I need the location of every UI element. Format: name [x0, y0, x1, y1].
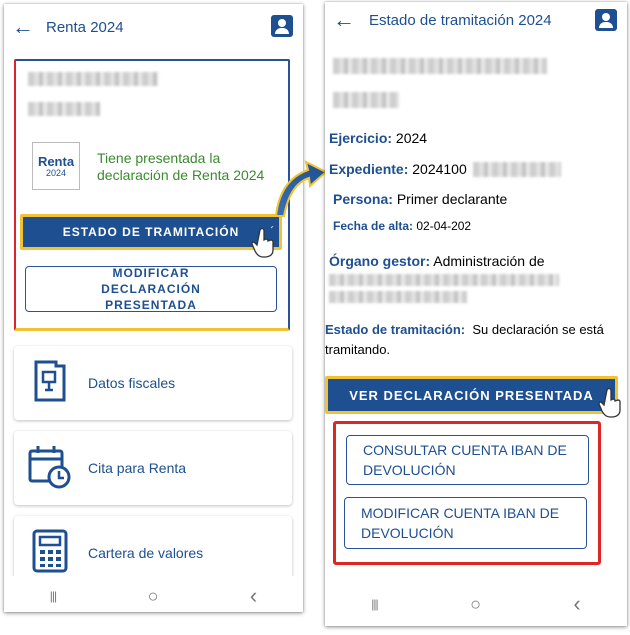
menu-item-label: Cita para Renta [88, 460, 187, 476]
screenshot-composite: ← Renta 2024 Renta 2024 Tiene presentada… [0, 0, 630, 635]
estado-tramitacion-screen: ← Estado de tramitación 2024 Ejercicio: … [325, 2, 627, 626]
redacted-nif [28, 102, 100, 116]
estado-tramitacion-button[interactable]: ESTADO DE TRAMITACIÓN [20, 214, 282, 250]
app-header: ← Renta 2024 [4, 4, 303, 50]
flow-arrow-icon [274, 160, 328, 217]
home-nav-button[interactable]: ○ [148, 586, 159, 607]
account-icon[interactable] [595, 9, 617, 31]
status-message: Tiene presentada la declaración de Renta… [97, 150, 265, 183]
redacted-organo-line2 [329, 291, 467, 303]
document-icon [34, 360, 66, 402]
hand-pointer-icon [251, 226, 274, 258]
menu-item-label: Cartera de valores [88, 545, 204, 561]
consultar-iban-button[interactable]: CONSULTAR CUENTA IBAN DE DEVOLUCIÓN [346, 435, 589, 485]
home-nav-button[interactable]: ○ [470, 594, 481, 615]
ejercicio-field: Ejercicio: 2024 [329, 130, 428, 146]
hand-pointer-icon [598, 387, 621, 418]
menu-item-cita-renta[interactable]: Cita para Renta [14, 431, 292, 505]
arrow-left-icon[interactable]: ← [333, 7, 361, 33]
recents-nav-button[interactable]: ||| [50, 589, 57, 603]
redacted-name [333, 58, 547, 74]
system-navbar: ||| ○ ‹ [325, 584, 627, 624]
estado-tramitacion-field: Estado de tramitación: Su declaración se… [325, 322, 604, 357]
renta-home-screen: ← Renta 2024 Renta 2024 Tiene presentada… [4, 4, 303, 612]
recents-nav-button[interactable]: ||| [371, 597, 378, 611]
calendar-clock-icon [28, 446, 71, 489]
modificar-iban-button[interactable]: MODIFICAR CUENTA IBAN DE DEVOLUCIÓN [344, 497, 587, 549]
calculator-icon [32, 529, 68, 573]
organo-gestor-field: Órgano gestor: Administración de [329, 253, 545, 269]
persona-field: Persona: Primer declarante [333, 191, 508, 207]
modificar-declaracion-button[interactable]: MODIFICAR DECLARACIÓN PRESENTADA [25, 266, 277, 312]
system-navbar: ||| ○ ‹ [4, 576, 303, 612]
account-icon[interactable] [271, 15, 293, 37]
ver-declaracion-button[interactable]: VER DECLARACIÓN PRESENTADA [325, 376, 618, 414]
redacted-name [28, 72, 158, 86]
page-title: Renta 2024 [46, 18, 124, 36]
redacted-organo-line1 [329, 274, 559, 286]
back-nav-button[interactable]: ‹ [250, 583, 257, 609]
menu-item-datos-fiscales[interactable]: Datos fiscales [14, 346, 292, 420]
arrow-left-icon[interactable]: ← [12, 14, 40, 40]
fecha-alta-field: Fecha de alta: 02-04-202 [333, 219, 472, 233]
renta-logo: Renta 2024 [32, 142, 80, 190]
page-title: Estado de tramitación 2024 [369, 11, 552, 29]
expediente-field: Expediente: 2024100 [329, 161, 467, 177]
redacted-nif [333, 92, 399, 108]
redacted-expediente [473, 162, 561, 177]
back-nav-button[interactable]: ‹ [573, 591, 580, 617]
menu-item-label: Datos fiscales [88, 375, 176, 391]
app-header: ← Estado de tramitación 2024 [325, 2, 627, 38]
